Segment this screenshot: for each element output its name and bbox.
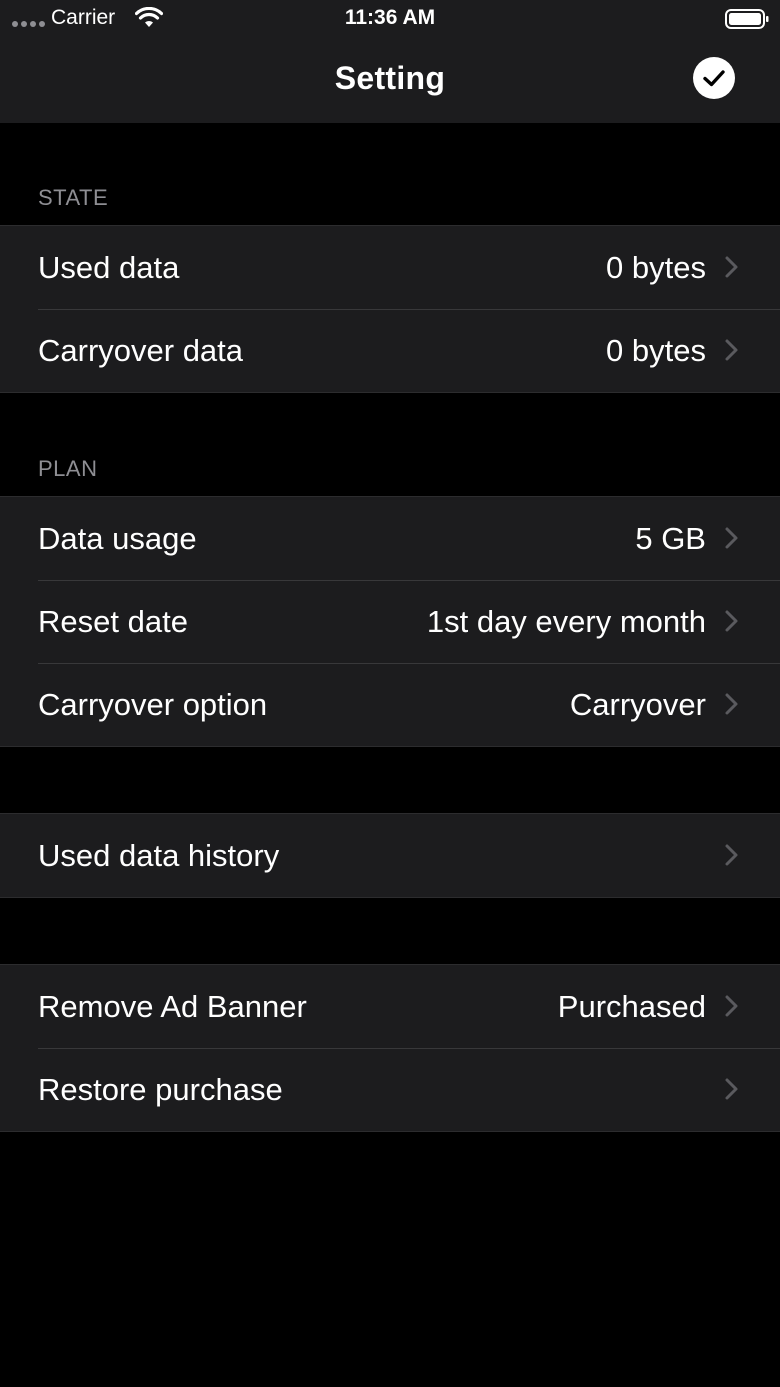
chevron-right-icon — [725, 693, 738, 715]
section-header-state: STATE — [38, 185, 109, 210]
reset-date-row[interactable]: Reset date 1st day every month — [0, 580, 780, 663]
chevron-right-icon — [725, 1078, 738, 1100]
row-label: Used data — [38, 250, 180, 285]
row-label: Data usage — [38, 521, 197, 556]
used-data-row[interactable]: Used data 0 bytes — [0, 226, 780, 309]
row-value: Purchased — [557, 989, 706, 1024]
restore-purchase-row[interactable]: Restore purchase — [0, 1048, 780, 1131]
purchase-group: Remove Ad Banner Purchased Restore purch… — [0, 964, 780, 1132]
state-group: Used data 0 bytes Carryover data 0 bytes — [0, 225, 780, 393]
row-label: Remove Ad Banner — [38, 989, 307, 1024]
chevron-right-icon — [725, 339, 738, 361]
row-value: 0 bytes — [606, 333, 706, 368]
used-data-history-row[interactable]: Used data history — [0, 814, 780, 897]
history-group: Used data history — [0, 813, 780, 898]
row-label: Restore purchase — [38, 1072, 283, 1107]
status-time: 11:36 AM — [344, 6, 436, 29]
chevron-right-icon — [725, 995, 738, 1017]
done-button[interactable] — [693, 57, 735, 99]
row-value: Carryover — [569, 687, 706, 722]
carryover-data-row[interactable]: Carryover data 0 bytes — [0, 309, 780, 392]
battery-icon — [725, 9, 769, 34]
row-label: Reset date — [38, 604, 188, 639]
chevron-right-icon — [725, 610, 738, 632]
chevron-right-icon — [725, 844, 738, 866]
row-label: Carryover option — [38, 687, 268, 722]
row-value: 1st day every month — [426, 604, 706, 639]
row-value: 0 bytes — [606, 250, 706, 285]
remove-ad-banner-row[interactable]: Remove Ad Banner Purchased — [0, 965, 780, 1048]
settings-screen: Carrier 11:36 AM Setting STATE Used data… — [0, 0, 780, 1387]
carryover-option-row[interactable]: Carryover option Carryover — [0, 663, 780, 746]
chevron-right-icon — [725, 527, 738, 549]
checkmark-icon — [703, 70, 725, 87]
page-title: Setting — [334, 60, 446, 96]
chevron-right-icon — [725, 256, 738, 278]
row-label: Carryover data — [38, 333, 244, 368]
navigation-bar: Setting — [0, 40, 780, 123]
row-label: Used data history — [38, 838, 280, 873]
plan-group: Data usage 5 GB Reset date 1st day every… — [0, 496, 780, 747]
data-usage-row[interactable]: Data usage 5 GB — [0, 497, 780, 580]
status-bar: Carrier 11:36 AM — [0, 0, 780, 40]
row-value: 5 GB — [635, 521, 706, 556]
section-header-plan: PLAN — [38, 456, 98, 481]
